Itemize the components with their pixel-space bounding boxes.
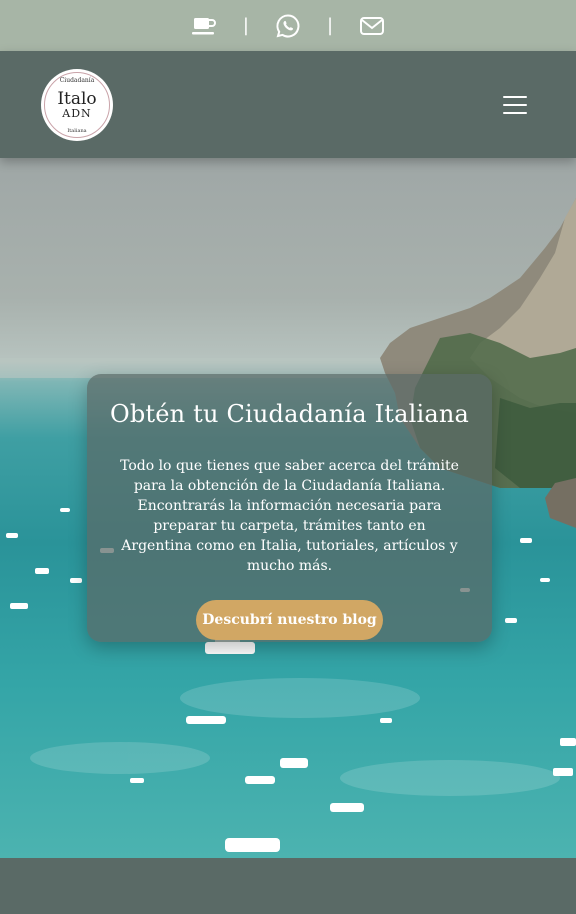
bottom-section: [0, 858, 576, 914]
site-logo[interactable]: Ciudadanía Italo ADN Italiana: [41, 69, 113, 141]
mail-icon[interactable]: [359, 13, 385, 39]
hero-title: Obtén tu Ciudadanía Italiana: [109, 400, 470, 428]
hero-card: Obtén tu Ciudadanía Italiana Todo lo que…: [87, 374, 492, 642]
top-contact-bar: | |: [0, 0, 576, 51]
hero-description: Todo lo que tienes que saber acerca del …: [120, 458, 459, 574]
site-header: Ciudadanía Italo ADN Italiana: [0, 51, 576, 158]
hamburger-menu-icon[interactable]: [502, 94, 528, 116]
separator: |: [242, 14, 249, 36]
logo-top-text: Ciudadanía: [59, 77, 95, 84]
logo-bottom-text: Italiana: [67, 128, 87, 134]
whatsapp-icon[interactable]: [275, 13, 301, 39]
separator: |: [327, 14, 334, 36]
blog-cta-button[interactable]: Descubrí nuestro blog: [196, 600, 383, 640]
coffee-cup-icon[interactable]: [191, 13, 217, 39]
